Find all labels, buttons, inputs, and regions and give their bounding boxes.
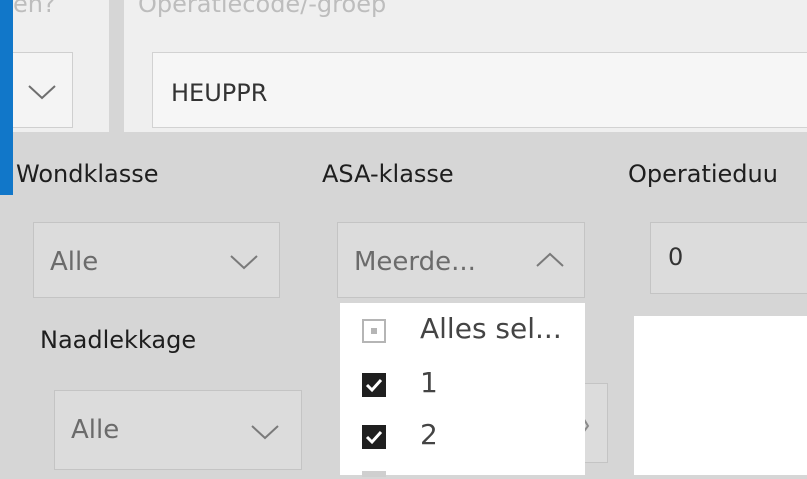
option-label: 1 [420, 366, 438, 399]
option-label: Alles sel... [420, 312, 562, 345]
wondklasse-value: Alle [50, 247, 99, 277]
operatieduur-value: 0 [668, 243, 684, 271]
chevron-down-icon [28, 85, 56, 100]
operatieduur-input[interactable]: 0 [650, 222, 807, 294]
checkbox-checked-icon[interactable] [362, 425, 386, 449]
chevron-down-icon [251, 425, 279, 440]
wondklasse-dropdown[interactable]: Alle [33, 222, 280, 298]
checkbox-partial-icon[interactable] [362, 319, 386, 343]
operation-filter-label: Operatiecode/-groep [138, 0, 387, 18]
results-area [634, 316, 807, 475]
asa-klasse-options-list: Alles sel... 1 2 [340, 303, 585, 477]
chevron-down-icon [230, 255, 258, 270]
naadlekkage-dropdown[interactable]: Alle [54, 390, 302, 470]
operation-code-input[interactable]: HEUPPR [152, 52, 807, 128]
asa-klasse-value: Meerde... [354, 247, 476, 277]
checkbox-icon[interactable] [362, 471, 386, 477]
accent-strip [0, 0, 13, 195]
operation-code-value: HEUPPR [171, 79, 268, 107]
operatieduur-label: Operatieduu [628, 160, 778, 188]
wondklasse-label: Wondklasse [16, 160, 159, 188]
prev-filter-dropdown[interactable] [13, 52, 73, 128]
asa-klasse-label: ASA-klasse [322, 160, 454, 188]
asa-klasse-dropdown[interactable]: Meerde... [337, 222, 585, 298]
checkbox-checked-icon[interactable] [362, 373, 386, 397]
naadlekkage-label: Naadlekkage [40, 326, 197, 354]
chevron-up-icon [536, 252, 564, 267]
prev-filter-label: en? [13, 0, 56, 18]
naadlekkage-value: Alle [71, 415, 120, 445]
option-label: 2 [420, 418, 438, 451]
